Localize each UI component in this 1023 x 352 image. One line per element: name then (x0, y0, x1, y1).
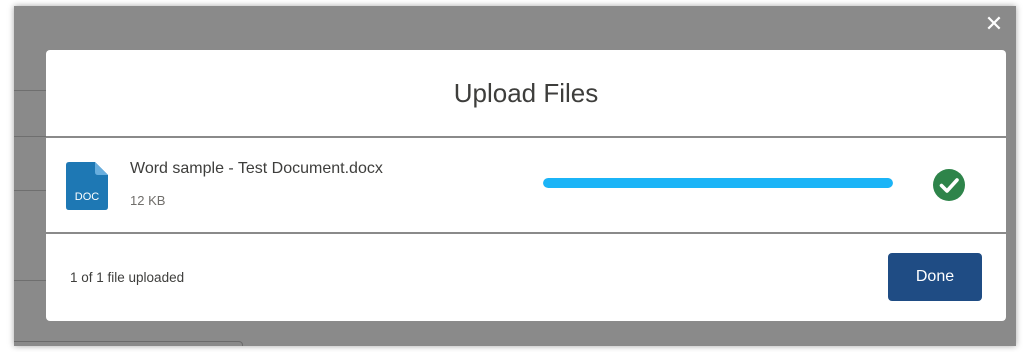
done-button[interactable]: Done (888, 253, 982, 301)
background-divider (14, 190, 46, 191)
check-circle-icon (933, 169, 965, 201)
background-divider (14, 90, 46, 91)
close-icon[interactable]: ✕ (982, 12, 1006, 36)
upload-status-text: 1 of 1 file uploaded (70, 270, 185, 285)
modal-backdrop: ✕ Upload Files DOC Word sample - Test Do… (14, 6, 1016, 346)
file-size: 12 KB (130, 193, 166, 208)
upload-files-modal: Upload Files DOC Word sample - Test Docu… (46, 50, 1006, 321)
upload-progress-bar (543, 178, 893, 188)
upload-progress-fill (543, 178, 893, 188)
file-row: DOC Word sample - Test Document.docx 12 … (46, 138, 1006, 234)
file-icon-label: DOC (75, 191, 100, 203)
modal-header: Upload Files (46, 50, 1006, 138)
background-divider (14, 136, 46, 137)
modal-footer: 1 of 1 file uploaded Done (46, 234, 1006, 321)
modal-title: Upload Files (453, 77, 599, 108)
doc-file-icon: DOC (66, 162, 108, 210)
background-divider (14, 280, 46, 281)
window-frame: ✕ Upload Files DOC Word sample - Test Do… (0, 0, 1023, 352)
file-name: Word sample - Test Document.docx (130, 160, 383, 177)
background-field (14, 341, 243, 346)
